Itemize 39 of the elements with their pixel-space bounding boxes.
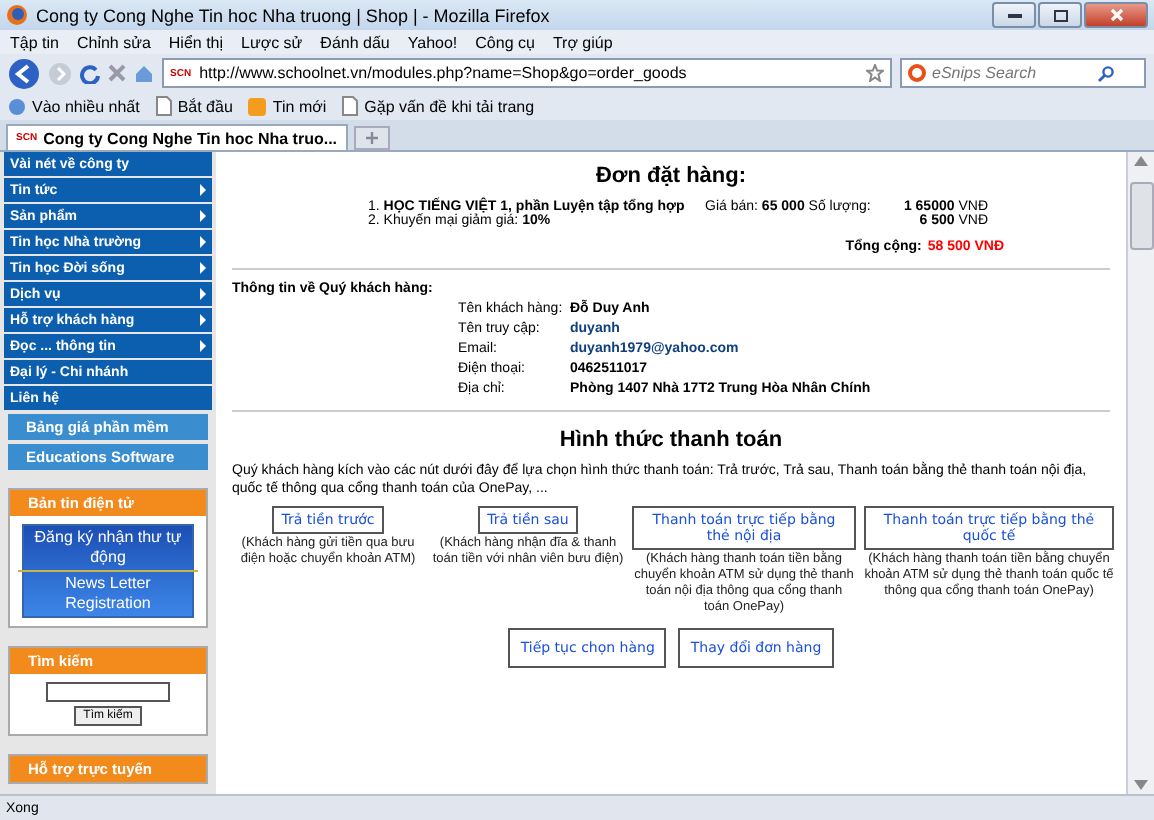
search-input[interactable]: eSnips Search bbox=[932, 64, 1092, 82]
scroll-up-icon bbox=[1134, 156, 1148, 166]
menu-item[interactable]: Hiển thị bbox=[168, 33, 224, 51]
newsletter-banner[interactable]: Đăng ký nhận thư tự động News Letter Registration bbox=[22, 524, 194, 618]
feed-icon bbox=[248, 97, 267, 115]
close-icon bbox=[1109, 8, 1123, 22]
bookmark-link[interactable]: Vào nhiều nhất bbox=[8, 97, 140, 115]
menu-item[interactable]: Yahoo! bbox=[407, 33, 458, 51]
back-icon[interactable] bbox=[8, 57, 40, 89]
menu-item[interactable]: Lược sử bbox=[241, 33, 303, 51]
minimize-button[interactable] bbox=[992, 2, 1036, 28]
plus-icon bbox=[365, 132, 378, 144]
menu-item[interactable]: Công cụ bbox=[475, 33, 535, 51]
maximize-icon bbox=[1053, 9, 1067, 21]
menu-item[interactable]: Đánh dấu bbox=[320, 33, 390, 51]
maximize-button[interactable] bbox=[1038, 2, 1082, 28]
payment-heading: Hình thức thanh toán bbox=[557, 428, 785, 452]
new-tab-button[interactable] bbox=[353, 126, 390, 150]
minimize-icon bbox=[1007, 12, 1021, 18]
bookmark-link[interactable]: Bắt đầu bbox=[155, 96, 233, 116]
page-icon bbox=[342, 96, 359, 116]
star-icon[interactable] bbox=[866, 64, 884, 82]
bookmark-link[interactable]: Tin mới bbox=[248, 97, 327, 115]
menu-item[interactable]: Chỉnh sửa bbox=[76, 33, 151, 51]
scroll-down-icon bbox=[1134, 780, 1148, 790]
close-button[interactable] bbox=[1084, 2, 1148, 28]
window-title: Cong ty Cong Nghe Tin hoc Nha truong | Shop | - Mozilla Firefox bbox=[36, 5, 552, 25]
menu-item[interactable]: Tập tin bbox=[10, 33, 59, 51]
search-field[interactable]: eSnips Search bbox=[900, 58, 1146, 88]
page-icon bbox=[155, 96, 172, 116]
scrollbar[interactable] bbox=[1126, 152, 1154, 794]
scroll-thumb[interactable] bbox=[1129, 182, 1153, 250]
search-input[interactable] bbox=[46, 682, 170, 702]
menu-item[interactable]: Trợ giúp bbox=[552, 33, 613, 51]
search-icon[interactable] bbox=[1098, 65, 1114, 81]
order-title: Đơn đặt hàng: bbox=[593, 164, 749, 188]
firefox-icon bbox=[6, 4, 28, 26]
bookmark-link[interactable]: Gặp vấn đề khi tải trang bbox=[342, 96, 535, 116]
reload-icon[interactable] bbox=[80, 63, 100, 83]
